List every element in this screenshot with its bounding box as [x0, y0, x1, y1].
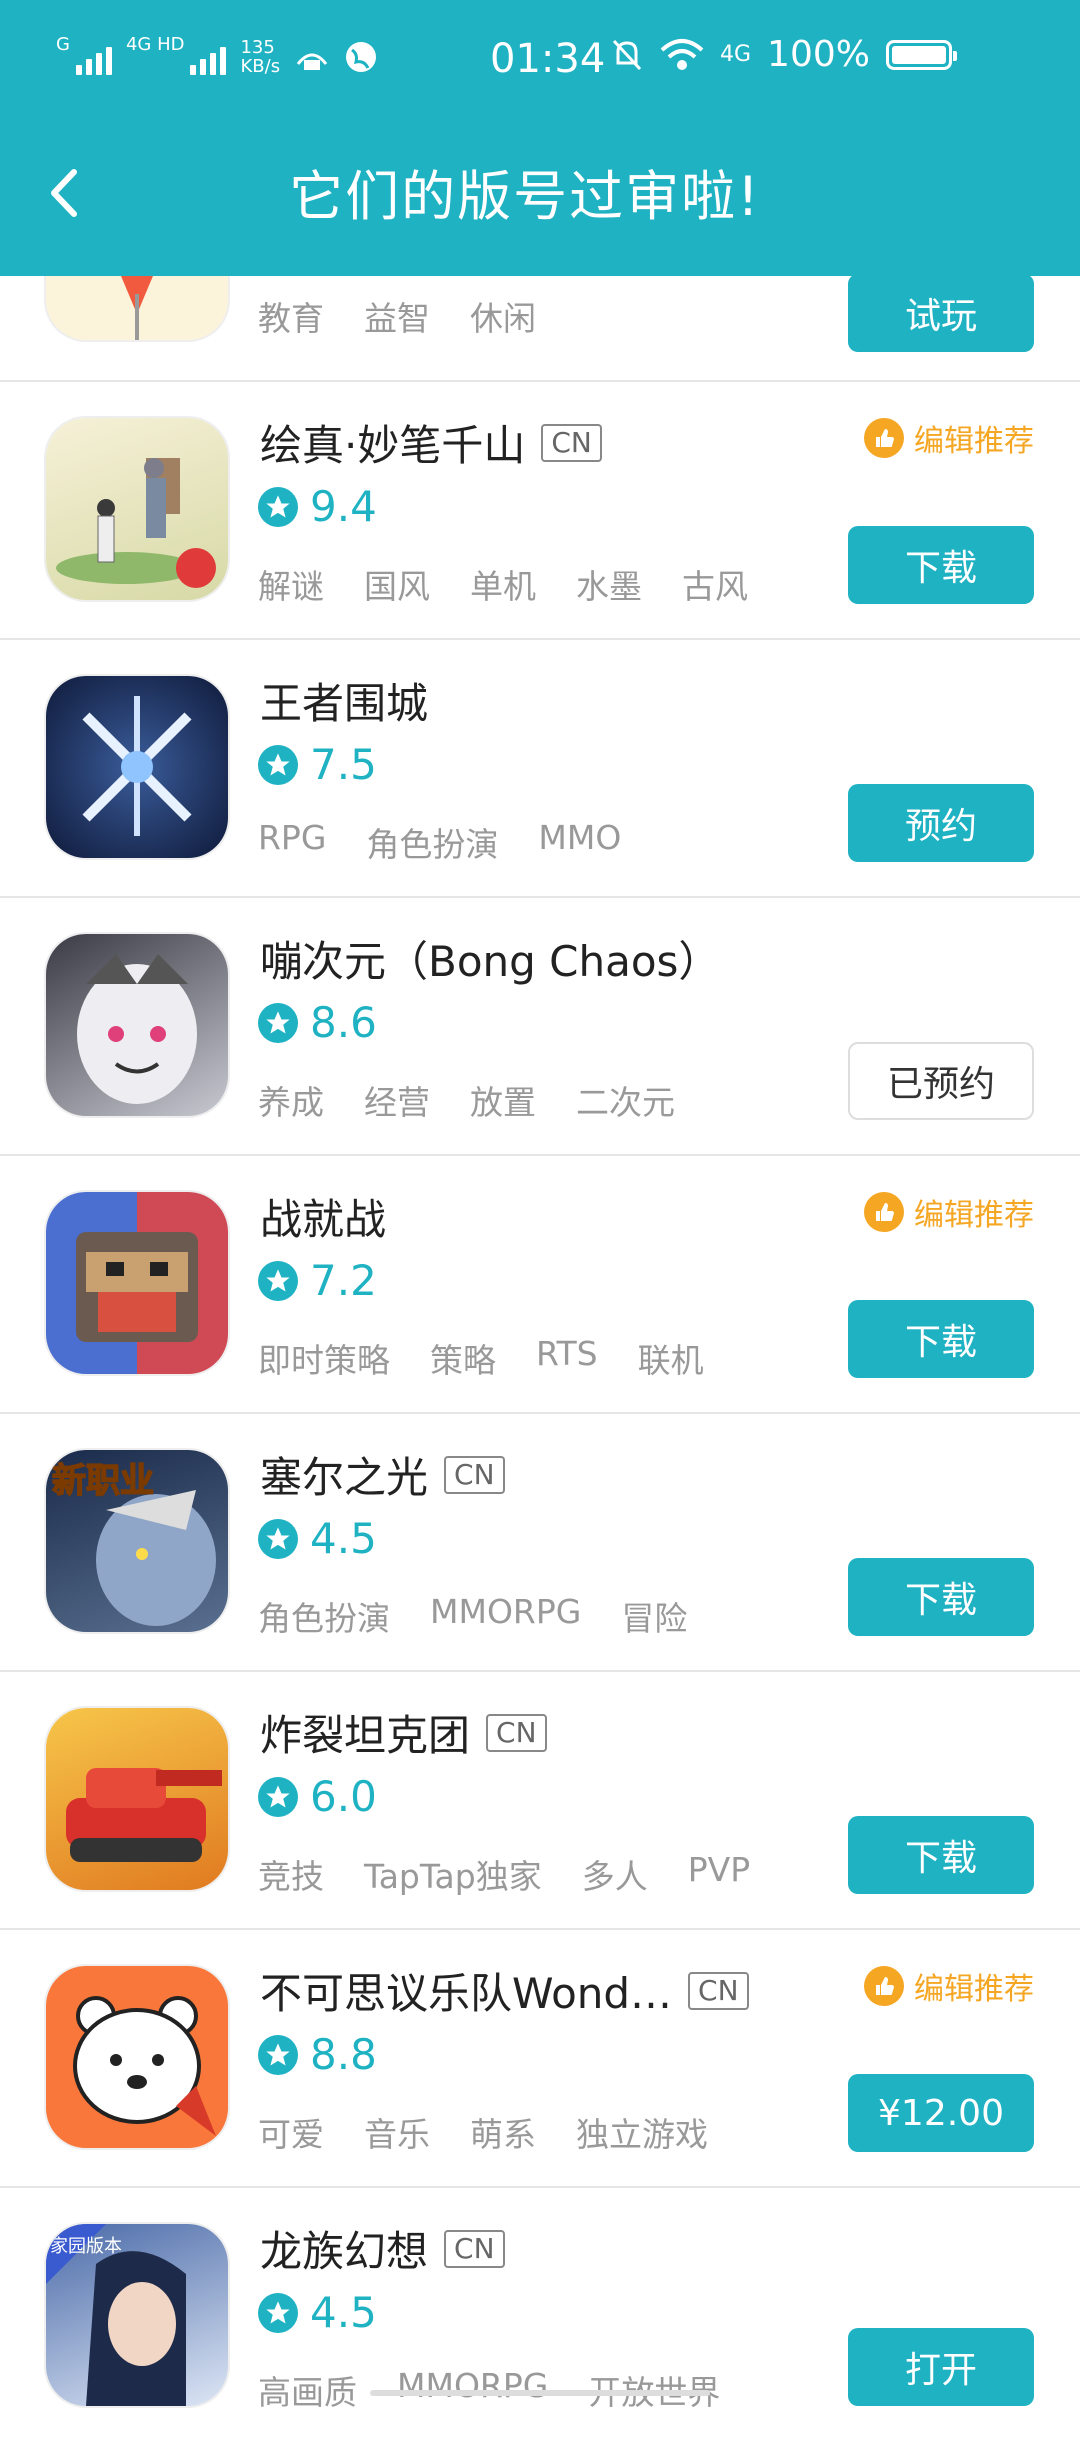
list-item[interactable]: 新职业 塞尔之光 CN 4.5 角色扮演 MMORPG 冒险 下载 — [0, 1414, 1080, 1672]
app-icon-wonder-band — [46, 1966, 228, 2148]
app-icon-longzu: 家园版本 — [46, 2224, 228, 2406]
globe-icon — [346, 42, 377, 72]
status-bar: G 4G HD 135 KB/s 01:34 4G 100% — [0, 0, 1080, 124]
download-button[interactable]: 下载 — [848, 1558, 1034, 1636]
tag-list: 教育 益智 休闲 — [258, 299, 536, 338]
rating: 8.8 — [258, 2030, 377, 2079]
home-indicator[interactable] — [370, 2390, 710, 2396]
app-name: 王者围城 — [260, 679, 429, 728]
status-left: G 4G HD 135 KB/s — [56, 34, 378, 77]
page-title: 它们的版号过审啦! — [289, 165, 761, 228]
app-name: 炸裂坦克团 CN — [260, 1702, 547, 1763]
signal-bars-2-icon — [190, 39, 227, 75]
list-item[interactable]: 嘣次元（Bong Chaos） 8.6 养成 经营 放置 二次元 已预约 — [0, 898, 1080, 1156]
tag-list: 即时策略 策略 RTS 联机 — [258, 1334, 704, 1380]
rating: 6.0 — [258, 1772, 377, 1821]
cn-badge: CN — [444, 2229, 505, 2268]
app-name: 绘真·妙笔千山 CN — [260, 412, 602, 473]
app-icon-zhanjiuzhan — [46, 1192, 228, 1374]
signal-label: G — [56, 34, 70, 55]
app-icon-bong-chaos — [46, 934, 228, 1116]
tag-list: 养成 经营 放置 二次元 — [258, 1083, 675, 1122]
cn-badge: CN — [444, 1455, 505, 1494]
thumbs-up-icon — [864, 1192, 904, 1232]
app-name: 嘣次元（Bong Chaos） — [260, 937, 721, 986]
battery-icon — [885, 39, 957, 70]
star-icon — [258, 1776, 298, 1817]
list-item[interactable]: 家园版本 龙族幻想 CN 4.5 高画质 MMORPG 开放世界 打开 — [0, 2188, 1080, 2446]
editor-recommend: 编辑推荐 — [864, 1190, 1034, 1234]
signal2-label: 4G HD — [125, 34, 185, 55]
download-button[interactable]: 下载 — [848, 1300, 1034, 1378]
app-name: 战就战 — [260, 1195, 387, 1244]
battery-percent: 100% — [767, 34, 870, 75]
mute-bell-icon — [612, 39, 642, 70]
rating: 7.2 — [258, 1256, 377, 1305]
star-icon — [258, 1002, 298, 1043]
cn-badge: CN — [486, 1713, 547, 1752]
app-name: 龙族幻想 CN — [260, 2218, 505, 2279]
cn-badge: CN — [541, 423, 602, 462]
download-button[interactable]: 下载 — [848, 1816, 1034, 1894]
app-name: 塞尔之光 CN — [260, 1444, 505, 1505]
signal-bars-icon — [75, 39, 112, 75]
star-icon — [258, 1518, 298, 1559]
rating: 4.5 — [258, 1514, 377, 1563]
rating: 7.5 — [258, 740, 377, 789]
cn-badge: CN — [688, 1971, 749, 2010]
tag-list: 角色扮演 MMORPG 冒险 — [258, 1592, 688, 1638]
wifi-icon — [660, 38, 704, 70]
app-icon-saierzhiguang: 新职业 — [46, 1450, 228, 1632]
star-icon — [258, 744, 298, 785]
open-button[interactable]: 打开 — [848, 2328, 1034, 2406]
app-icon-wangzhe — [46, 676, 228, 858]
vpn-icon — [296, 53, 328, 70]
network-speed: 135 KB/s — [240, 37, 281, 77]
list-item[interactable]: 王者围城 7.5 RPG 角色扮演 MMO 预约 — [0, 640, 1080, 898]
editor-recommend: 编辑推荐 — [864, 1964, 1034, 2008]
tag-list: 竞技 TapTap独家 多人 PVP — [258, 1850, 751, 1896]
network-type: 4G — [720, 42, 752, 67]
rating: 9.4 — [258, 482, 377, 531]
app-header: G 4G HD 135 KB/s 01:34 4G 100% 它们的版号过审啦! — [0, 0, 1080, 276]
app-name: 不可思议乐队Wond… CN — [260, 1960, 749, 2021]
list-item[interactable]: 不可思议乐队Wond… CN 8.8 可爱 音乐 萌系 独立游戏 编辑推荐 ¥12.00 — [0, 1930, 1080, 2188]
reserved-button[interactable]: 已预约 — [848, 1042, 1034, 1120]
star-icon — [258, 2292, 298, 2333]
list-item[interactable]: 绘真·妙笔千山 CN 9.4 解谜 国风 单机 水墨 古风 编辑推荐 下载 — [0, 382, 1080, 640]
status-right: 4G 100% — [610, 34, 957, 75]
rating: 4.5 — [258, 2288, 377, 2337]
tag-list: 可爱 音乐 萌系 独立游戏 — [258, 2115, 708, 2154]
download-button[interactable]: 下载 — [848, 526, 1034, 604]
list-item[interactable]: 战就战 7.2 即时策略 策略 RTS 联机 编辑推荐 下载 — [0, 1156, 1080, 1414]
tag-list: RPG 角色扮演 MMO — [258, 818, 622, 864]
app-icon-zhalie-tank — [46, 1708, 228, 1890]
star-icon — [258, 2034, 298, 2075]
editor-recommend: 编辑推荐 — [864, 416, 1034, 460]
try-button[interactable]: 试玩 — [848, 274, 1034, 352]
reserve-button[interactable]: 预约 — [848, 784, 1034, 862]
thumbs-up-icon — [864, 418, 904, 458]
buy-button[interactable]: ¥12.00 — [848, 2074, 1034, 2152]
sel-badge-text: 新职业 — [52, 1461, 154, 1501]
star-icon — [258, 1260, 298, 1301]
dragon-badge-text: 家园版本 — [50, 2236, 122, 2257]
app-icon-huizhen — [46, 418, 228, 600]
list-item[interactable]: 炸裂坦克团 CN 6.0 竞技 TapTap独家 多人 PVP 下载 — [0, 1672, 1080, 1930]
rating: 8.6 — [258, 998, 377, 1047]
tag-list: 解谜 国风 单机 水墨 古风 — [258, 567, 748, 606]
thumbs-up-icon — [864, 1966, 904, 2006]
star-icon — [258, 486, 298, 527]
clock: 01:34 — [490, 36, 606, 82]
